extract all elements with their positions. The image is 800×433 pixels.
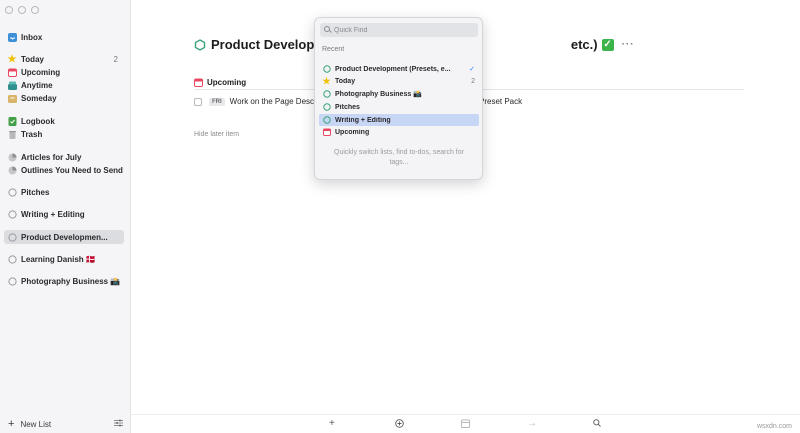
checkmark-icon: ✓ <box>469 66 475 73</box>
sidebar-item-label: Learning Danish 🇩🇰 <box>21 254 96 264</box>
arrow-right-icon[interactable]: → <box>527 418 537 429</box>
sidebar-item-label: Logbook <box>21 116 55 126</box>
sidebar-item-label: Product Developmen... <box>21 232 108 242</box>
sidebar-item-anytime[interactable]: Anytime <box>4 78 124 92</box>
area-icon <box>7 152 17 162</box>
sidebar-item-project[interactable]: Writing + Editing <box>4 207 124 221</box>
quick-find-item-count: 2 <box>471 77 475 85</box>
inbox-icon <box>7 32 17 42</box>
new-list-button[interactable]: New List <box>20 420 51 429</box>
sidebar-item-label: Today <box>21 54 44 64</box>
logbook-icon <box>7 116 17 126</box>
sidebar-item-label: Someday <box>21 93 57 103</box>
project-circle-icon <box>7 232 17 242</box>
project-circle-icon <box>7 187 17 197</box>
today-count-badge: 2 <box>113 54 118 64</box>
calendar-toolbar-icon[interactable] <box>461 419 470 431</box>
sidebar-item-project[interactable]: Learning Danish 🇩🇰 <box>4 252 124 266</box>
watermark: wsxdn.com <box>756 423 792 430</box>
project-circle-icon <box>322 103 331 112</box>
hide-later-items-button[interactable]: Hide later item <box>194 131 239 138</box>
quick-find-item[interactable]: Upcoming <box>319 126 479 138</box>
sidebar-item-label: Outlines You Need to Send <box>21 165 123 175</box>
star-icon: ★ <box>322 75 331 86</box>
layers-icon <box>7 80 17 90</box>
quick-find-item-selected[interactable]: Writing + Editing <box>319 114 479 126</box>
quick-find-item[interactable]: Photography Business 📸 <box>319 88 479 100</box>
more-icon[interactable]: ··· <box>622 39 635 50</box>
todo-title-end: Preset Pack <box>479 97 523 106</box>
trash-icon <box>7 129 17 139</box>
sidebar-item-label: Anytime <box>21 80 53 90</box>
search-icon <box>324 26 330 32</box>
plus-icon[interactable]: + <box>8 418 14 430</box>
minimize-window-button[interactable] <box>18 6 26 14</box>
star-icon: ★ <box>7 53 17 65</box>
date-badge: FRI <box>209 97 225 106</box>
add-circle-icon[interactable] <box>395 419 404 431</box>
quick-find-item[interactable]: Pitches <box>319 101 479 113</box>
search-icon[interactable] <box>593 419 601 430</box>
project-circle-icon <box>322 90 331 99</box>
settings-icon[interactable] <box>114 419 123 429</box>
calendar-icon <box>194 78 203 87</box>
sidebar-item-label: Writing + Editing <box>21 209 85 219</box>
zoom-window-button[interactable] <box>31 6 39 14</box>
project-circle-icon <box>194 38 206 51</box>
calendar-icon <box>322 128 331 137</box>
sidebar-item-label: Pitches <box>21 187 50 197</box>
sidebar-item-project[interactable]: Photography Business 📸 <box>4 274 124 288</box>
sidebar-item-area[interactable]: Articles for July <box>4 150 124 164</box>
sidebar-item-label: Photography Business 📸 <box>21 276 121 286</box>
sidebar-item-label: Trash <box>21 129 43 139</box>
quick-find-item-label: Photography Business 📸 <box>335 91 422 98</box>
sidebar-footer: + New List <box>0 415 131 433</box>
project-circle-icon <box>322 65 331 74</box>
quick-find-popup: Recent Product Development (Presets, e..… <box>314 17 483 180</box>
quick-find-input[interactable] <box>320 23 478 37</box>
sidebar-item-area[interactable]: Outlines You Need to Send <box>4 163 124 177</box>
quick-find-item[interactable]: Product Development (Presets, e... ✓ <box>319 63 479 75</box>
sidebar: Inbox ★ Today 2 Upcoming Anytime Someday… <box>0 0 131 433</box>
heading-label: Upcoming <box>207 77 247 87</box>
project-title-text-end[interactable]: etc.) <box>571 37 598 52</box>
project-circle-icon <box>7 209 17 219</box>
close-window-button[interactable] <box>5 6 13 14</box>
archive-box-icon <box>7 93 17 103</box>
window-controls <box>5 6 39 14</box>
recent-section-label: Recent <box>322 46 345 53</box>
todo-checkbox[interactable] <box>194 97 202 106</box>
project-circle-icon <box>7 276 17 286</box>
project-title-text[interactable]: Product Developm <box>211 37 326 52</box>
checkmark-icon: ✓ <box>601 38 614 51</box>
quick-find-item-label: Writing + Editing <box>335 116 391 124</box>
sidebar-item-today[interactable]: ★ Today 2 <box>4 52 124 66</box>
sidebar-item-trash[interactable]: Trash <box>4 127 124 141</box>
sidebar-item-upcoming[interactable]: Upcoming <box>4 65 124 79</box>
todo-title: Work on the Page Descript <box>229 97 326 106</box>
quick-find-item-label: Upcoming <box>335 128 370 136</box>
quick-find-hint: Quickly switch lists, find to-dos, searc… <box>334 149 464 166</box>
sidebar-item-inbox[interactable]: Inbox <box>4 30 124 44</box>
quick-find-item-label: Today <box>335 77 356 85</box>
plus-icon[interactable]: + <box>329 418 335 429</box>
sidebar-item-label: Articles for July <box>21 152 82 162</box>
bottom-toolbar: + → <box>131 414 800 433</box>
project-circle-icon <box>7 254 17 264</box>
sidebar-item-label: Upcoming <box>21 67 61 77</box>
quick-find-item-label: Pitches <box>335 103 360 111</box>
calendar-icon <box>7 67 17 77</box>
sidebar-item-project-selected[interactable]: Product Developmen... <box>4 230 124 244</box>
quick-find-item[interactable]: ★ Today 2 <box>319 75 479 87</box>
sidebar-item-someday[interactable]: Someday <box>4 91 124 105</box>
sidebar-item-label: Inbox <box>21 32 43 42</box>
area-icon <box>7 165 17 175</box>
sidebar-item-project[interactable]: Pitches <box>4 185 124 199</box>
project-circle-icon <box>322 116 331 125</box>
quick-find-item-label: Product Development (Presets, e... <box>335 65 451 73</box>
sidebar-item-logbook[interactable]: Logbook <box>4 114 124 128</box>
